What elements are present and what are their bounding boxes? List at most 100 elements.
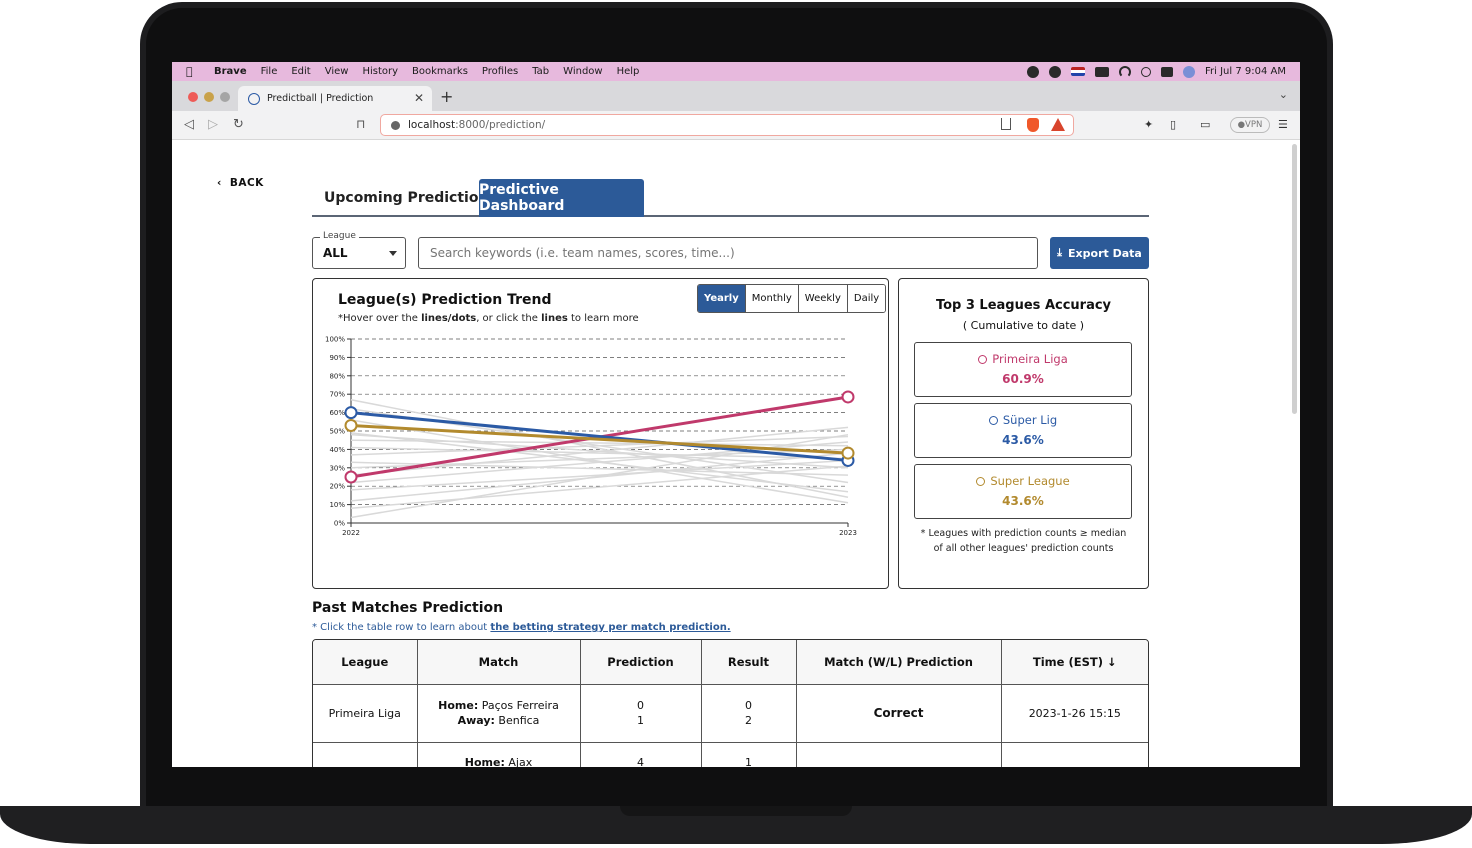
- battery-icon[interactable]: [1095, 66, 1110, 77]
- page-tabs: Upcoming Predictions Predictive Dashboar…: [312, 179, 1149, 217]
- league-select[interactable]: League ALL: [312, 231, 406, 269]
- accuracy-league-2[interactable]: Süper Lig 43.6%: [914, 403, 1132, 458]
- cell-prediction: 01: [580, 684, 702, 743]
- menu-bookmarks[interactable]: Bookmarks: [412, 66, 468, 77]
- zoom-window-button[interactable]: [220, 92, 230, 102]
- col-match[interactable]: Match: [417, 640, 581, 685]
- wallet-icon[interactable]: ▭: [1200, 118, 1210, 131]
- y-tick-label: 90%: [329, 354, 345, 362]
- cell-result: 1: [701, 742, 797, 768]
- menu-help[interactable]: Help: [617, 66, 640, 77]
- home-team: Ajax: [508, 755, 533, 768]
- league-select-value: ALL: [323, 246, 348, 260]
- table-row[interactable]: Home: Ajax 4 1: [313, 742, 1148, 767]
- past-matches-subtitle: * Click the table row to learn about the…: [312, 622, 731, 633]
- league-point: [841, 390, 855, 404]
- tab-predictive-dashboard[interactable]: Predictive Dashboard: [479, 179, 644, 217]
- export-data-button[interactable]: ⤓ Export Data: [1050, 237, 1149, 269]
- close-tab-icon[interactable]: ✕: [414, 91, 424, 105]
- x-tick-label: 2022: [342, 529, 360, 537]
- accuracy-league-1-value: 60.9%: [1002, 372, 1044, 386]
- col-prediction[interactable]: Prediction: [580, 640, 702, 685]
- bookmark-icon[interactable]: ⊓: [356, 117, 365, 131]
- sidebar-toggle-icon[interactable]: ▯: [1170, 118, 1176, 131]
- menu-profiles[interactable]: Profiles: [482, 66, 518, 77]
- col-league[interactable]: League: [313, 640, 418, 685]
- brave-shields-icon[interactable]: [1027, 118, 1039, 132]
- close-window-button[interactable]: [188, 92, 198, 102]
- menu-window[interactable]: Window: [563, 66, 602, 77]
- share-icon[interactable]: [1001, 118, 1011, 130]
- url-host: localhost: [408, 119, 456, 131]
- col-result[interactable]: Result: [701, 640, 797, 685]
- y-tick-label: 50%: [329, 428, 345, 436]
- tab-list-chevron-icon[interactable]: ⌄: [1279, 88, 1288, 101]
- search-input[interactable]: [418, 237, 1038, 269]
- past-matches-title: Past Matches Prediction: [312, 600, 504, 616]
- menu-hamburger-icon[interactable]: ☰: [1278, 118, 1288, 131]
- control-center-icon[interactable]: [1161, 66, 1174, 77]
- granularity-weekly-button[interactable]: Weekly: [797, 285, 847, 312]
- league-name: Süper Lig: [1002, 413, 1058, 427]
- res-home: 1: [745, 755, 752, 768]
- accuracy-league-3[interactable]: Super League 43.6%: [914, 464, 1132, 519]
- extensions-icon[interactable]: ✦: [1144, 118, 1153, 131]
- y-tick-label: 20%: [329, 483, 345, 491]
- back-button[interactable]: ‹ BACK: [217, 177, 264, 189]
- granularity-monthly-button[interactable]: Monthly: [744, 285, 798, 312]
- betting-strategy-link[interactable]: the betting strategy per match predictio…: [490, 622, 730, 633]
- cloud-check-icon[interactable]: [1049, 65, 1062, 78]
- accuracy-title: Top 3 Leagues Accuracy: [935, 298, 1112, 313]
- browser-tab[interactable]: Predictball | Prediction ✕: [238, 86, 432, 111]
- granularity-daily-button[interactable]: Daily: [846, 285, 886, 312]
- menu-history[interactable]: History: [362, 66, 398, 77]
- menu-view[interactable]: View: [325, 66, 349, 77]
- table-row[interactable]: Primeira Liga Home: Paços Ferreira Away: …: [313, 684, 1148, 743]
- reload-icon[interactable]: ↻: [233, 117, 244, 132]
- col-wl-prediction[interactable]: Match (W/L) Prediction: [796, 640, 1002, 685]
- wifi-icon[interactable]: [1119, 65, 1132, 78]
- page-scrollbar[interactable]: [1292, 144, 1297, 414]
- accuracy-league-1[interactable]: Primeira Liga 60.9%: [914, 342, 1132, 397]
- back-nav-icon[interactable]: ◁: [184, 117, 194, 132]
- accuracy-league-2-name: Süper Lig: [915, 413, 1131, 427]
- trend-line-chart: 0% 10% 20% 30% 40% 50% 60% 70% 80% 90% 100% 2022 202…: [325, 336, 857, 538]
- menu-app[interactable]: Brave: [214, 66, 247, 77]
- cell-match: Home: Ajax: [417, 742, 581, 768]
- laptop-notch: [620, 806, 852, 816]
- spotlight-search-icon[interactable]: [1141, 66, 1152, 77]
- menu-tab[interactable]: Tab: [532, 66, 549, 77]
- cell-result: 02: [701, 684, 797, 743]
- record-icon[interactable]: [1027, 65, 1040, 78]
- menu-edit[interactable]: Edit: [291, 66, 310, 77]
- soccer-ball-icon: [978, 354, 988, 364]
- forward-nav-icon[interactable]: ▷: [208, 117, 218, 132]
- menu-file[interactable]: File: [261, 66, 278, 77]
- trend-subtitle: *Hover over the lines/dots, or click the…: [338, 313, 639, 324]
- pred-home: 4: [637, 755, 644, 768]
- soccer-ball-icon: [988, 415, 998, 425]
- minimize-window-button[interactable]: [204, 92, 214, 102]
- cell-league: Primeira Liga: [313, 684, 418, 743]
- input-source-flag-icon[interactable]: [1071, 67, 1086, 76]
- siri-icon[interactable]: [1183, 65, 1196, 78]
- league-point: [344, 470, 358, 484]
- cell-outcome: [796, 742, 1002, 767]
- col-time[interactable]: Time (EST) ↓: [1001, 640, 1148, 685]
- cell-outcome: Correct: [796, 684, 1002, 743]
- cell-league: [313, 742, 418, 767]
- back-label: BACK: [229, 177, 264, 189]
- apple-icon[interactable]: : [186, 65, 202, 78]
- vpn-button[interactable]: ● VPN: [1230, 117, 1270, 133]
- soccer-ball-icon: [976, 476, 986, 486]
- site-info-icon[interactable]: [391, 120, 400, 130]
- accuracy-subtitle: ( Cumulative to date ): [962, 319, 1085, 332]
- address-bar[interactable]: localhost:8000/prediction/: [380, 114, 1074, 136]
- new-tab-icon[interactable]: +: [440, 87, 453, 106]
- menubar-clock[interactable]: Fri Jul 7 9:04 AM: [1205, 66, 1286, 77]
- dropdown-arrow-icon: [389, 251, 397, 256]
- tab-upcoming-predictions[interactable]: Upcoming Predictions: [324, 179, 497, 217]
- status-area: Fri Jul 7 9:04 AM: [1027, 62, 1286, 81]
- brave-rewards-icon[interactable]: [1051, 118, 1065, 131]
- granularity-yearly-button[interactable]: Yearly: [698, 285, 745, 312]
